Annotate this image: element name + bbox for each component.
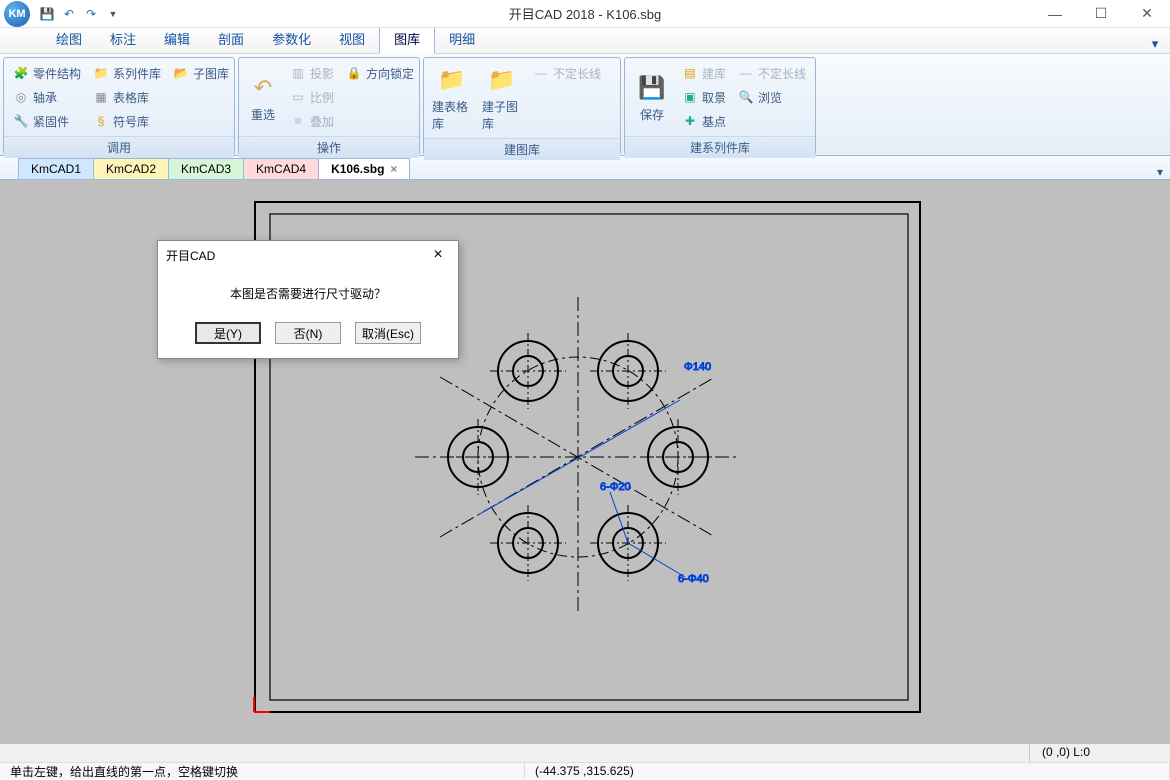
ribbon-group-build-series: 💾 保存 ▤建库 ▣取景 ✚基点 —不定长线 🔍浏览 建系列件库 (624, 57, 816, 155)
reselect-button[interactable]: ↶ 重选 (245, 62, 281, 132)
menu-tab-draw[interactable]: 绘图 (42, 25, 96, 53)
ribbon-group-operate: ↶ 重选 ▥投影 ▭比例 ≡叠加 🔒方向锁定 操作 (238, 57, 420, 155)
dim-label: 6-Φ40 (678, 573, 709, 585)
ribbon: 🧩零件结构 ◎轴承 🔧紧固件 📁系列件库 ▦表格库 §符号库 📂子图库 调用 ↶… (0, 54, 1170, 156)
doc-tab[interactable]: KmCAD4 (243, 158, 319, 179)
menu-tab-parametric[interactable]: 参数化 (258, 25, 325, 53)
dialog-close-icon[interactable]: × (426, 246, 450, 264)
doc-tab-active[interactable]: K106.sbg× (318, 158, 410, 179)
redo-icon[interactable]: ↷ (82, 5, 100, 23)
status-bar-upper: (0 ,0) L:0 (0, 744, 1170, 762)
dim-label: Φ140 (684, 361, 711, 373)
menu-tab-view[interactable]: 视图 (325, 25, 379, 53)
menu-overflow-icon[interactable]: ▾ (1146, 35, 1164, 53)
ribbon-group-title: 建系列件库 (625, 136, 815, 158)
reselect-icon: ↶ (247, 72, 279, 104)
direction-lock-button[interactable]: 🔒方向锁定 (343, 62, 417, 84)
build-lib-button: ▤建库 (679, 62, 729, 84)
series-library-button[interactable]: 📁系列件库 (90, 62, 164, 84)
save-icon[interactable]: 💾 (38, 5, 56, 23)
symbol-library-button[interactable]: §符号库 (90, 110, 164, 132)
doc-tab[interactable]: KmCAD3 (168, 158, 244, 179)
build-table-lib-button[interactable]: 📁 建表格库 (430, 62, 474, 134)
save-big-button[interactable]: 💾 保存 (631, 62, 673, 132)
dialog-message: 本图是否需要进行尺寸驱动？ (158, 269, 458, 312)
maximize-button[interactable]: ☐ (1078, 0, 1124, 28)
projection-button: ▥投影 (287, 62, 337, 84)
folder-icon: 📁 (486, 64, 518, 96)
menu-tabs: 绘图 标注 编辑 剖面 参数化 视图 图库 明细 ▾ (0, 28, 1170, 54)
variable-line-button-2: —不定长线 (735, 62, 809, 84)
dialog-title: 开目CAD (166, 247, 215, 264)
part-structure-button[interactable]: 🧩零件结构 (10, 62, 84, 84)
titlebar: KM 💾 ↶ ↷ ▼ 开目CAD 2018 - K106.sbg — ☐ ✕ (0, 0, 1170, 28)
confirm-dialog: 开目CAD × 本图是否需要进行尺寸驱动？ 是(Y) 否(N) 取消(Esc) (157, 240, 459, 359)
scale-button: ▭比例 (287, 86, 337, 108)
basepoint-button[interactable]: ✚基点 (679, 110, 729, 132)
dialog-no-button[interactable]: 否(N) (275, 322, 341, 344)
overlay-button: ≡叠加 (287, 110, 337, 132)
app-icon[interactable]: KM (4, 1, 30, 27)
ribbon-group-title: 操作 (239, 136, 419, 158)
window-title: 开目CAD 2018 - K106.sbg (509, 4, 661, 23)
dialog-title-bar[interactable]: 开目CAD × (158, 241, 458, 269)
variable-line-button: —不定长线 (530, 62, 604, 84)
tab-close-icon[interactable]: × (390, 162, 397, 176)
status-bar-lower: 单击左键，给出直线的第一点，空格键切换 (-44.375 ,315.625) (0, 762, 1170, 779)
browse-button[interactable]: 🔍浏览 (735, 86, 809, 108)
dialog-cancel-button[interactable]: 取消(Esc) (355, 322, 421, 344)
quick-access-toolbar: 💾 ↶ ↷ ▼ (38, 5, 122, 23)
capture-button[interactable]: ▣取景 (679, 86, 729, 108)
ribbon-group-title: 建图库 (424, 138, 620, 160)
ribbon-group-invoke: 🧩零件结构 ◎轴承 🔧紧固件 📁系列件库 ▦表格库 §符号库 📂子图库 调用 (3, 57, 235, 155)
bearing-button[interactable]: ◎轴承 (10, 86, 84, 108)
dialog-yes-button[interactable]: 是(Y) (195, 322, 261, 344)
status-coords: (-44.375 ,315.625) (525, 763, 1170, 779)
doc-tab[interactable]: KmCAD2 (93, 158, 169, 179)
folder-icon: 📁 (436, 64, 468, 96)
menu-tab-library[interactable]: 图库 (379, 24, 435, 54)
status-origin: (0 ,0) L:0 (1029, 744, 1170, 762)
status-hint: 单击左键，给出直线的第一点，空格键切换 (0, 763, 525, 779)
ribbon-group-build-lib: 📁 建表格库 📁 建子图库 —不定长线 建图库 (423, 57, 621, 155)
build-sub-lib-button[interactable]: 📁 建子图库 (480, 62, 524, 134)
menu-tab-annotate[interactable]: 标注 (96, 25, 150, 53)
close-button[interactable]: ✕ (1124, 0, 1170, 28)
table-library-button[interactable]: ▦表格库 (90, 86, 164, 108)
undo-icon[interactable]: ↶ (60, 5, 78, 23)
doc-tab[interactable]: KmCAD1 (18, 158, 94, 179)
menu-tab-section[interactable]: 剖面 (204, 25, 258, 53)
window-controls: — ☐ ✕ (1032, 0, 1170, 28)
menu-tab-detail[interactable]: 明细 (435, 25, 489, 53)
ribbon-group-title: 调用 (4, 136, 234, 158)
menu-tab-edit[interactable]: 编辑 (150, 25, 204, 53)
qat-dropdown-icon[interactable]: ▼ (104, 5, 122, 23)
doc-tabs-overflow-icon[interactable]: ▾ (1150, 165, 1170, 179)
minimize-button[interactable]: — (1032, 0, 1078, 28)
dim-label: 6-Φ20 (600, 481, 631, 493)
fastener-button[interactable]: 🔧紧固件 (10, 110, 84, 132)
save-icon: 💾 (636, 72, 668, 104)
sub-library-button[interactable]: 📂子图库 (170, 62, 232, 84)
